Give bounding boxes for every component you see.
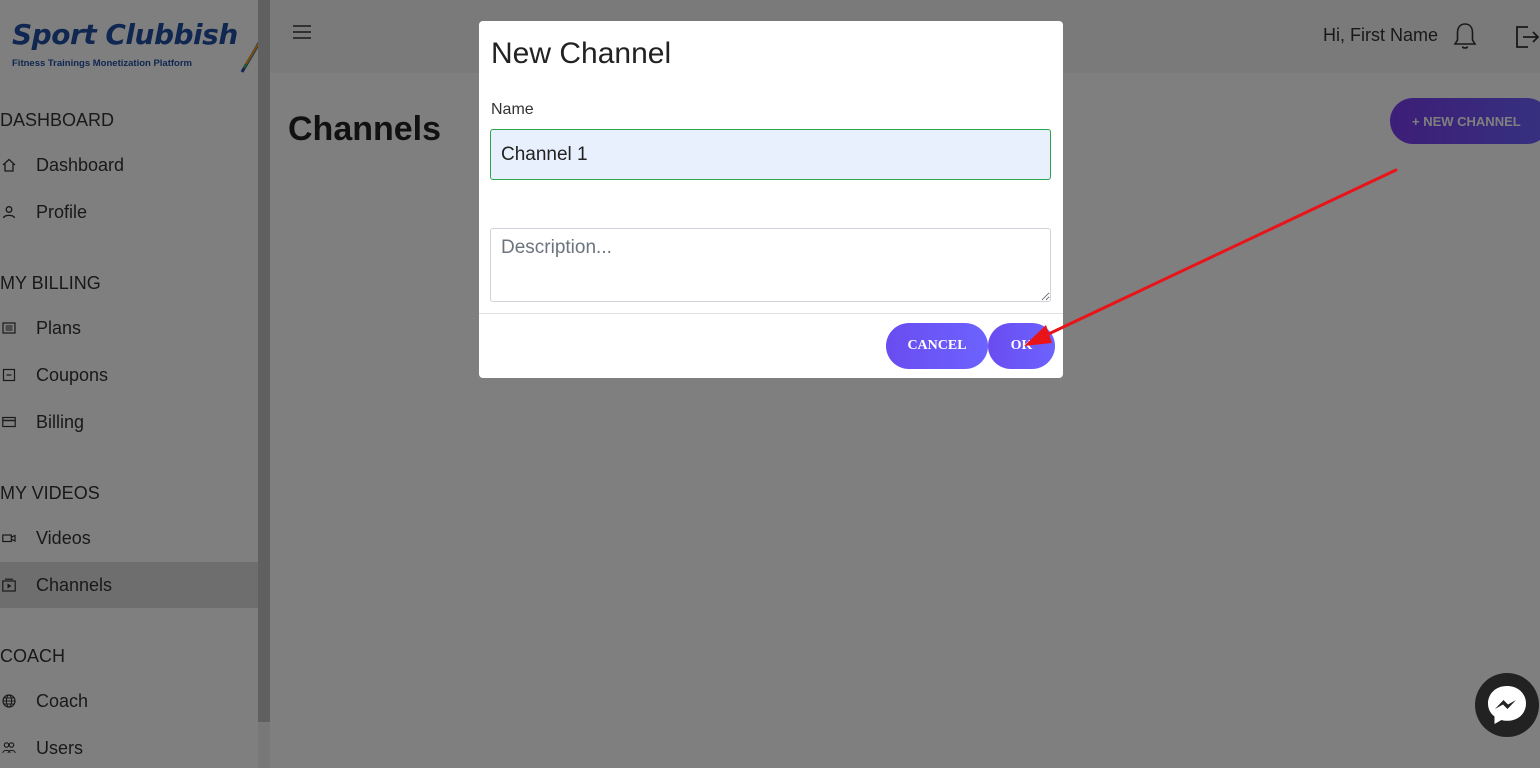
channel-name-input[interactable] xyxy=(490,129,1051,180)
ok-button[interactable]: OK xyxy=(988,323,1055,369)
channel-description-input[interactable] xyxy=(490,228,1051,302)
name-label: Name xyxy=(491,101,534,118)
app-root: Sport Clubbish Fitness Trainings Monetiz… xyxy=(0,0,1540,768)
modal-title: New Channel xyxy=(491,37,672,70)
cancel-button[interactable]: CANCEL xyxy=(886,323,988,369)
messenger-chat-button[interactable] xyxy=(1474,672,1540,738)
modal-footer-divider xyxy=(479,313,1063,314)
new-channel-modal: New Channel Name CANCEL OK xyxy=(479,21,1063,378)
